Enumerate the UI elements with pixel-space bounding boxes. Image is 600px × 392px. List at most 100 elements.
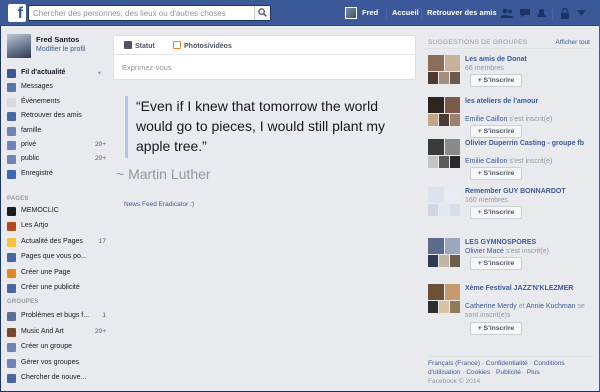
joined-text: s'est inscrit(e) <box>503 248 549 255</box>
nav-item[interactable]: MEMOCLIC <box>7 206 107 218</box>
profile-name[interactable]: Fred Santos <box>36 35 79 44</box>
footer-link[interactable]: Plus <box>527 369 540 376</box>
join-group-button[interactable]: + S'inscrire <box>470 257 522 270</box>
nav-item[interactable]: Enregistré <box>7 169 107 181</box>
nav-item[interactable]: Fil d'actualité ▾ <box>7 68 107 80</box>
nav-item-label: Créer une Page <box>21 268 71 276</box>
member-avatar <box>428 204 438 216</box>
nav-item[interactable]: Créer un groupe <box>7 342 107 354</box>
group-meta: 66 membres <box>465 64 590 73</box>
edit-profile-link[interactable]: Modifier le profil <box>36 46 85 53</box>
pencil-icon <box>124 41 132 49</box>
tab-status[interactable]: Statut <box>124 41 155 50</box>
join-group-button[interactable]: + S'inscrire <box>470 74 522 87</box>
copyright: Facebook © 2014 <box>428 378 481 385</box>
nav-item[interactable]: Actualité des Pages 17 <box>7 237 107 249</box>
group-member-avatars[interactable] <box>428 97 460 127</box>
join-group-button[interactable]: + S'inscrire <box>470 206 522 219</box>
nav-item-label: famille <box>21 126 42 134</box>
member-link[interactable]: Annie Kuchman <box>526 303 575 310</box>
top-avatar[interactable] <box>345 7 357 19</box>
news-feed-eradicator-link[interactable]: News Feed Eradicator :) <box>124 201 194 208</box>
chevron-down-icon[interactable]: ▾ <box>98 69 101 77</box>
group-member-avatars[interactable] <box>428 284 460 314</box>
nav-item[interactable]: Pages que vous po... <box>7 252 107 264</box>
facebook-logo[interactable]: f <box>8 4 26 22</box>
nav-item-label: Messages <box>21 83 53 91</box>
joined-text: s'est inscrit(e) <box>507 158 553 165</box>
search-input[interactable] <box>29 6 255 20</box>
member-count: 66 membres <box>465 65 504 72</box>
privacy-lock-icon[interactable] <box>560 8 570 19</box>
group-member-avatars[interactable] <box>428 55 460 85</box>
footer-link[interactable]: Publicité <box>496 369 521 376</box>
footer-link[interactable]: Français (France) <box>428 360 480 367</box>
bookmark-icon <box>7 169 16 179</box>
nav-item-label: Pages que vous po... <box>21 253 87 261</box>
member-avatar <box>445 55 460 71</box>
member-link[interactable]: Emilie Caillon <box>465 158 507 165</box>
nav-item[interactable]: privé 20+ <box>7 140 107 152</box>
member-avatar <box>439 114 449 126</box>
join-group-button[interactable]: + S'inscrire <box>470 125 522 138</box>
nav-item[interactable]: famille <box>7 126 107 138</box>
see-all-link[interactable]: Afficher tout <box>555 39 590 46</box>
member-avatar <box>450 156 460 168</box>
composer-input[interactable] <box>122 61 402 73</box>
nav-item-label: Actualité des Pages <box>21 237 83 245</box>
nav-item-count: 1 <box>102 312 106 319</box>
group-name-link[interactable]: Olivier Duperrin Casting - groupe fb <box>465 139 590 148</box>
group-name-link[interactable]: Remember GUY BONNARDOT <box>465 187 590 196</box>
group-name-link[interactable]: Xème Festival JAZZ'N'KLEZMER <box>465 284 590 293</box>
tab-status-label: Statut <box>135 43 155 50</box>
group-meta: Emilie Caillon s'est inscrit(e) <box>465 157 590 166</box>
group-member-avatars[interactable] <box>428 238 460 268</box>
group-suggestion: Remember GUY BONNARDOT 160 membres + S'ins… <box>428 187 590 227</box>
group-member-avatars[interactable] <box>428 139 460 169</box>
nav-item[interactable]: Évènements <box>7 97 107 109</box>
member-link[interactable]: Olivier Macé <box>465 248 504 255</box>
nav-item[interactable]: Retrouver des amis <box>7 111 107 123</box>
calendar-icon <box>7 97 16 107</box>
settings-icon[interactable] <box>576 8 587 18</box>
messages-icon <box>7 83 16 93</box>
member-link[interactable]: Catherine Merdy <box>465 303 517 310</box>
list-icon <box>7 126 16 136</box>
nav-item[interactable]: Messages <box>7 82 107 94</box>
member-avatar <box>445 238 460 254</box>
messages-icon[interactable] <box>519 8 531 18</box>
member-avatar <box>428 156 438 168</box>
member-link[interactable]: Emilie Caillon <box>465 116 507 123</box>
join-group-button[interactable]: + S'inscrire <box>470 322 522 335</box>
join-group-button[interactable]: + S'inscrire <box>470 167 522 180</box>
profile-avatar[interactable] <box>7 34 31 58</box>
member-avatar <box>450 204 460 216</box>
friend-requests-icon[interactable] <box>500 8 514 18</box>
groups-section-title: GROUPES <box>7 299 39 305</box>
nav-item[interactable]: Chercher de nouve... <box>7 373 107 385</box>
group-name-link[interactable]: LES GYMNOSPORES <box>465 238 590 247</box>
search-button[interactable] <box>254 6 270 20</box>
profile-link[interactable]: Fred <box>362 8 378 17</box>
footer-link[interactable]: Cookies <box>466 369 490 376</box>
group-member-avatars[interactable] <box>428 187 460 217</box>
footer-link[interactable]: Confidentialité <box>486 360 528 367</box>
group-meta: Catherine Merdy et Annie Kuchman se sont… <box>465 302 590 320</box>
group-name-link[interactable]: les ateliers de l'amour <box>465 97 590 106</box>
nav-item[interactable]: Music And Art 20+ <box>7 327 107 339</box>
nav-item[interactable]: Gérer vos groupes <box>7 358 107 370</box>
find-friends-link[interactable]: Retrouver des amis <box>427 8 497 17</box>
tab-photos[interactable]: Photos/vidéos <box>173 41 232 50</box>
nav-item[interactable]: Créer une publicité <box>7 283 107 295</box>
nav-item[interactable]: Les Artjo <box>7 221 107 233</box>
notifications-icon[interactable] <box>536 8 547 18</box>
nav-item[interactable]: Créer une Page <box>7 268 107 280</box>
nav-item[interactable]: Problèmes et bugs f... 1 <box>7 311 107 323</box>
group-name-link[interactable]: Les amis de Donat <box>465 55 590 64</box>
group-meta: 160 membres <box>465 196 590 205</box>
member-count: 160 membres <box>465 197 508 204</box>
group-icon <box>7 312 16 321</box>
footer: Français (France) · Confidentialité · Co… <box>428 356 594 386</box>
home-link[interactable]: Accueil <box>392 8 419 17</box>
nav-item[interactable]: public 20+ <box>7 154 107 166</box>
